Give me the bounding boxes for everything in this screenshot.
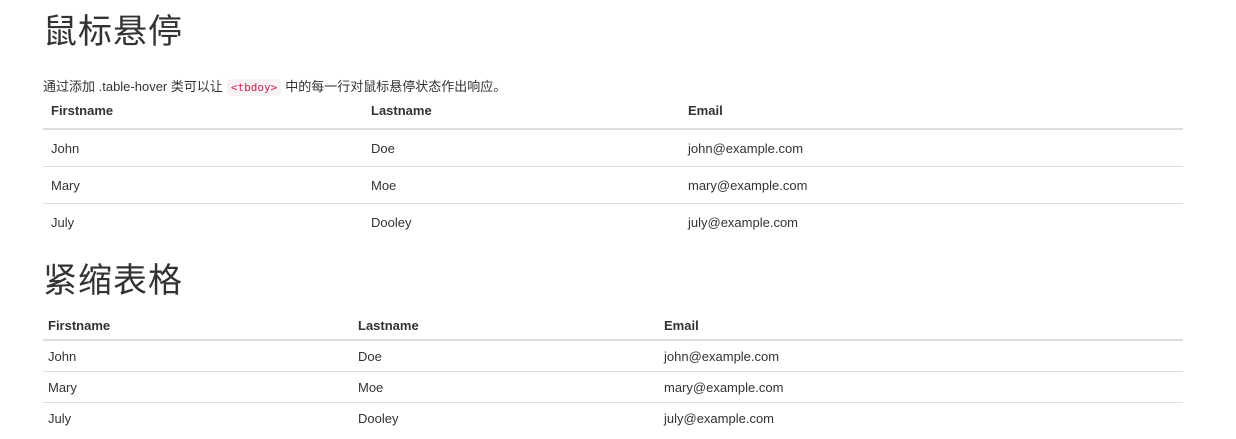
cell-firstname: Mary [43, 371, 353, 403]
header-firstname: Firstname [43, 311, 353, 341]
table-header: Firstname Lastname Email [43, 311, 1183, 341]
table-row: July Dooley july@example.com [43, 402, 1183, 433]
cell-email: john@example.com [659, 339, 1183, 372]
cell-email: mary@example.com [659, 371, 1183, 403]
table-body: John Doe john@example.com Mary Moe mary@… [43, 128, 1183, 240]
cell-email: july@example.com [659, 402, 1183, 433]
cell-firstname: John [43, 128, 363, 167]
header-row: Firstname Lastname Email [43, 92, 1183, 130]
table-row: Mary Moe mary@example.com [43, 371, 1183, 403]
header-row: Firstname Lastname Email [43, 311, 1183, 341]
section-title-condensed: 紧缩表格 [43, 261, 183, 301]
cell-lastname: Dooley [353, 402, 659, 433]
cell-lastname: Dooley [363, 203, 680, 240]
header-firstname: Firstname [43, 92, 363, 130]
table-row[interactable]: John Doe john@example.com [43, 128, 1183, 167]
header-lastname: Lastname [363, 92, 680, 130]
section-title-hover: 鼠标悬停 [43, 12, 183, 52]
cell-lastname: Doe [353, 339, 659, 372]
cell-firstname: July [43, 203, 363, 240]
cell-firstname: July [43, 402, 353, 433]
cell-lastname: Moe [363, 166, 680, 204]
header-email: Email [680, 92, 1183, 130]
condensed-table: Firstname Lastname Email John Doe john@e… [43, 311, 1183, 433]
header-email: Email [659, 311, 1183, 341]
header-lastname: Lastname [353, 311, 659, 341]
cell-lastname: Doe [363, 128, 680, 167]
cell-email: john@example.com [680, 128, 1183, 167]
table-body: John Doe john@example.com Mary Moe mary@… [43, 339, 1183, 433]
table-row[interactable]: July Dooley july@example.com [43, 203, 1183, 240]
table-row[interactable]: Mary Moe mary@example.com [43, 166, 1183, 204]
cell-email: mary@example.com [680, 166, 1183, 204]
cell-email: july@example.com [680, 203, 1183, 240]
table-row: John Doe john@example.com [43, 339, 1183, 372]
hover-table: Firstname Lastname Email John Doe john@e… [43, 92, 1183, 240]
table-header: Firstname Lastname Email [43, 92, 1183, 130]
cell-lastname: Moe [353, 371, 659, 403]
cell-firstname: John [43, 339, 353, 372]
cell-firstname: Mary [43, 166, 363, 204]
